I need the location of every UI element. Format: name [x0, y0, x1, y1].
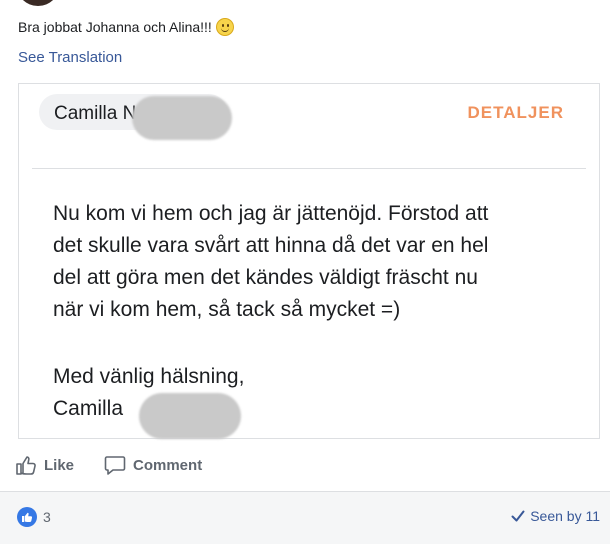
- redacted-surname: [132, 96, 232, 140]
- like-label: Like: [44, 456, 75, 474]
- review-card: Camilla N DETALJER Nu kom vi hem och jag…: [18, 83, 600, 439]
- smiley-emoji-icon: [215, 18, 234, 36]
- post-text: Bra jobbat Johanna och Alina!!!: [18, 19, 212, 35]
- thumbs-up-icon: [16, 456, 36, 475]
- reaction-count: 3: [43, 509, 51, 525]
- post-actions: Like Comment: [15, 452, 232, 478]
- review-line: del att göra men det kändes väldigt fräs…: [53, 266, 478, 289]
- signoff-greeting: Med vänlig hälsning,: [53, 365, 245, 388]
- comment-bubble-icon: [104, 456, 126, 475]
- seen-by-link[interactable]: Seen by 11: [511, 508, 600, 524]
- post-message: Bra jobbat Johanna och Alina!!!: [18, 18, 234, 36]
- review-line: Nu kom vi hem och jag är jättenöjd. Förs…: [53, 202, 489, 225]
- review-line: det skulle vara svårt att hinna då det v…: [53, 234, 489, 257]
- comment-label: Comment: [133, 456, 203, 474]
- review-text: Nu kom vi hem och jag är jättenöjd. Förs…: [53, 198, 573, 326]
- see-translation-link[interactable]: See Translation: [18, 49, 122, 66]
- card-divider: [32, 168, 586, 169]
- like-reaction-icon: [17, 507, 37, 527]
- reaction-summary[interactable]: 3: [17, 507, 51, 527]
- reviewer-name: Camilla N: [54, 103, 137, 124]
- redacted-signature-surname: [139, 393, 241, 439]
- like-button[interactable]: Like: [15, 455, 74, 475]
- author-avatar[interactable]: [16, 0, 60, 6]
- post-footer: 3 Seen by 11: [0, 491, 610, 544]
- review-line: när vi kom hem, så tack så mycket =): [53, 298, 401, 321]
- details-link[interactable]: DETALJER: [468, 103, 564, 123]
- seen-by-label: Seen by 11: [530, 508, 600, 524]
- comment-button[interactable]: Comment: [104, 455, 202, 475]
- checkmark-icon: [511, 510, 525, 522]
